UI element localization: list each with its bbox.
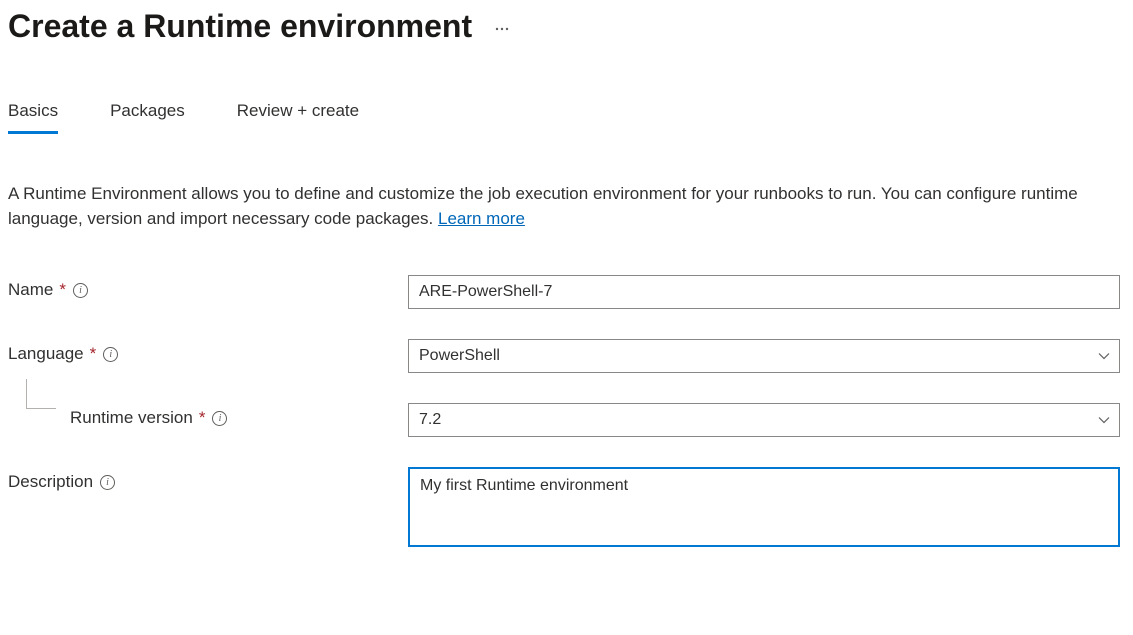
indent-connector: [26, 379, 56, 409]
tabs-container: Basics Packages Review + create: [8, 101, 1125, 134]
info-icon[interactable]: i: [103, 347, 118, 362]
info-icon[interactable]: i: [212, 411, 227, 426]
learn-more-link[interactable]: Learn more: [438, 209, 525, 228]
tab-basics[interactable]: Basics: [8, 101, 58, 134]
runtime-version-label: Runtime version: [70, 408, 193, 428]
info-icon[interactable]: i: [100, 475, 115, 490]
required-indicator: *: [199, 408, 206, 428]
intro-text: A Runtime Environment allows you to defi…: [8, 184, 1078, 228]
runtime-version-select[interactable]: [408, 403, 1120, 437]
name-input[interactable]: [408, 275, 1120, 309]
language-label: Language: [8, 344, 84, 364]
description-label: Description: [8, 472, 93, 492]
required-indicator: *: [90, 344, 97, 364]
description-textarea[interactable]: [408, 467, 1120, 547]
ellipsis-icon: [495, 18, 509, 36]
required-indicator: *: [59, 280, 66, 300]
intro-text-block: A Runtime Environment allows you to defi…: [8, 182, 1118, 231]
tab-packages[interactable]: Packages: [110, 101, 185, 134]
page-title: Create a Runtime environment: [8, 8, 472, 45]
more-actions-button[interactable]: [490, 15, 514, 39]
tab-review-create[interactable]: Review + create: [237, 101, 359, 134]
language-select[interactable]: [408, 339, 1120, 373]
info-icon[interactable]: i: [73, 283, 88, 298]
name-label: Name: [8, 280, 53, 300]
